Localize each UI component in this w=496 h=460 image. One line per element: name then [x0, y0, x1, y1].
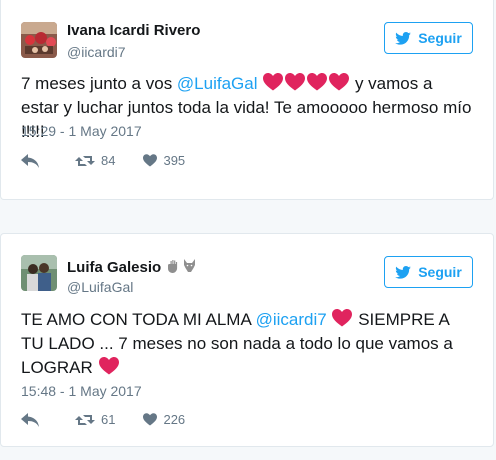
reply-icon: [21, 153, 39, 168]
display-name[interactable]: Ivana Icardi Rivero: [67, 22, 200, 39]
mention-link[interactable]: @LuifaGal: [177, 74, 258, 93]
follow-button[interactable]: Seguir: [384, 256, 473, 288]
display-name: Luifa Galesio: [67, 259, 196, 276]
follow-label: Seguir: [418, 30, 462, 46]
heart-emoji-icon: [332, 309, 353, 327]
retweet-button[interactable]: 84: [75, 153, 115, 168]
like-count: 395: [163, 153, 186, 168]
like-button[interactable]: 395: [143, 153, 185, 168]
heart-emoji-icon: [307, 73, 328, 91]
tweet-actions: 84 395: [21, 153, 185, 168]
user-handle[interactable]: @iicardi7: [67, 44, 126, 60]
wolf-icon: [184, 259, 196, 272]
tweet-card-2: Luifa Galesio @LuifaGal Seguir TE AMO CO…: [0, 233, 494, 447]
follow-label: Seguir: [418, 264, 462, 280]
tweet-text-part: TE AMO CON TODA MI ALMA: [21, 310, 256, 329]
reply-button[interactable]: [21, 412, 39, 427]
display-name-text[interactable]: Luifa Galesio: [67, 259, 161, 276]
heart-emoji-icon: [285, 73, 306, 91]
tweet-timestamp[interactable]: 15:29 - 1 May 2017: [21, 123, 142, 139]
tweet-card-1: Ivana Icardi Rivero @iicardi7 Seguir 7 m…: [0, 0, 494, 200]
reply-icon: [21, 412, 39, 427]
retweet-count: 61: [101, 412, 116, 427]
reply-button[interactable]: [21, 153, 39, 168]
heart-emoji-icon: [329, 73, 350, 91]
user-handle[interactable]: @LuifaGal: [67, 279, 133, 295]
retweet-icon: [75, 155, 95, 166]
retweet-count: 84: [101, 153, 116, 168]
like-icon: [143, 413, 158, 426]
tweet-actions: 61 226: [21, 412, 185, 427]
avatar[interactable]: [21, 255, 57, 291]
tweet-text-part: 7 meses junto a vos: [21, 74, 177, 93]
twitter-bird-icon: [395, 265, 412, 279]
like-button[interactable]: 226: [143, 412, 185, 427]
follow-button[interactable]: Seguir: [384, 22, 473, 54]
raised-hand-icon: [168, 260, 178, 273]
heart-emoji-icon: [98, 357, 119, 375]
tweet-text: TE AMO CON TODA MI ALMA @iicardi7 SIEMPR…: [21, 308, 473, 380]
like-icon: [143, 154, 158, 167]
heart-emoji-icon: [263, 73, 284, 91]
retweet-button[interactable]: 61: [75, 412, 115, 427]
name-emoji-group: [167, 259, 196, 273]
like-count: 226: [163, 412, 186, 427]
mention-link[interactable]: @iicardi7: [256, 310, 327, 329]
avatar[interactable]: [21, 22, 57, 58]
tweet-timestamp[interactable]: 15:48 - 1 May 2017: [21, 383, 142, 399]
retweet-icon: [75, 414, 95, 425]
twitter-bird-icon: [395, 31, 412, 45]
